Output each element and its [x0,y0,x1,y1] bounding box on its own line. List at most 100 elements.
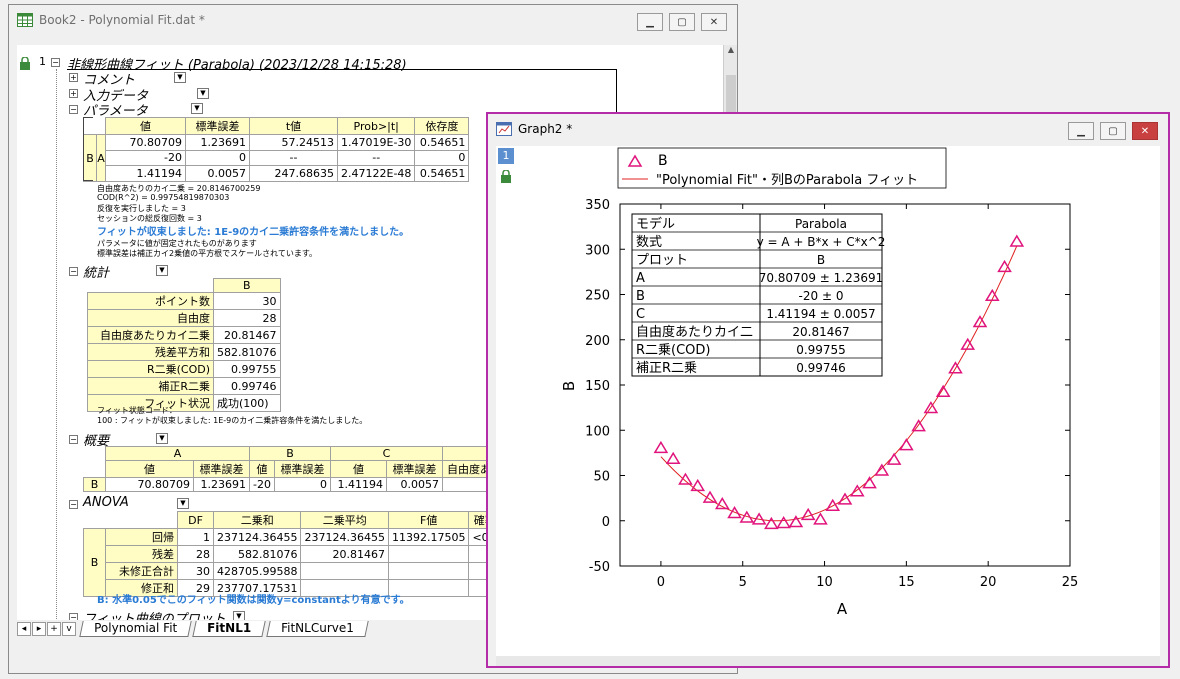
x-tick-label: 10 [816,575,833,590]
table-cell: 247.68635 [249,165,338,182]
collapse-params-toggle[interactable]: − [69,105,78,114]
table-cell: 30 [177,562,214,580]
tab-fitnlcurve1[interactable]: FitNLCurve1 [266,621,369,637]
results-table-value: 0.99746 [796,361,846,375]
book-titlebar[interactable]: Book2 - Polynomial Fit.dat * [9,5,737,35]
summary-dropdown[interactable]: ▼ [156,433,168,444]
minimize-button[interactable]: ▁ [637,13,663,31]
graph-page[interactable]: 1 B "Polynomial Fit"・列BのParabola フィット 05… [496,146,1160,656]
lock-icon[interactable] [19,57,31,70]
x-tick-label: 20 [980,575,997,590]
table-cell: 1.23691 [193,477,250,492]
table-cell [387,545,470,563]
book-title: Book2 - Polynomial Fit.dat * [39,13,205,27]
table-cell: 0.99755 [213,360,281,378]
col-header: 二乗平均 [300,511,389,529]
table-cell: 20.81467 [300,545,389,563]
table-cell: 0 [414,149,470,167]
table-cell: 0.0057 [385,477,443,492]
scroll-up-icon[interactable]: ▲ [724,45,738,59]
graph-title: Graph2 * [518,122,573,136]
data-point[interactable] [1009,234,1025,247]
data-point[interactable] [972,315,988,328]
graph-titlebar[interactable]: Graph2 * [488,114,1168,144]
results-table-label: 補正R二乗 [636,361,697,376]
tab-polynomial-fit[interactable]: Polynomial Fit [79,621,192,637]
maximize-button[interactable]: ▢ [1100,122,1126,140]
col-group-header: A [105,446,250,461]
comment-dropdown[interactable]: ▼ [174,72,186,83]
collapse-summary-toggle[interactable]: − [69,435,78,444]
data-point[interactable] [776,516,791,529]
collapse-report-toggle[interactable]: − [51,58,60,67]
col-header: B [213,278,281,293]
tree-line [56,69,57,619]
note-line: 標準誤差は補正カイ2乗値の平方根でスケールされています。 [97,249,318,258]
table-cell: 1.41194 [329,477,387,492]
graph-window[interactable]: Graph2 * ▁ ▢ ✕ 1 B "Polynomial Fit"・列BのP… [486,112,1170,668]
tab-fitnl1[interactable]: FitNL1 [192,621,266,637]
stats-dropdown[interactable]: ▼ [156,265,168,276]
row-group-label: B [83,528,106,597]
input-dropdown[interactable]: ▼ [197,88,209,99]
horizontal-scrollbar[interactable] [496,656,1160,666]
x-axis-label[interactable]: A [837,600,848,618]
note-line: COD(R^2) = 0.99754819870303 [97,193,230,202]
section-anova: ANOVA [83,495,129,510]
col-header: 標準誤差 [185,117,250,135]
data-point[interactable] [665,451,681,464]
legend-line-label: "Polynomial Fit"・列BのParabola フィット [656,173,918,188]
maximize-button[interactable]: ▢ [669,13,695,31]
data-point[interactable] [739,510,755,523]
data-point[interactable] [874,463,890,476]
results-table-label: B [636,289,645,304]
col-header: 値 [105,460,194,478]
legend[interactable]: B "Polynomial Fit"・列BのParabola フィット [617,147,947,189]
data-point[interactable] [849,484,865,497]
collapse-anova-toggle[interactable]: − [69,500,78,509]
col-header: 依存度 [414,117,470,135]
data-point[interactable] [678,472,693,485]
row-label: R二乗(COD) [87,360,214,378]
y-tick-label: 300 [585,243,610,258]
params-dropdown[interactable]: ▼ [191,103,203,114]
col-header: DF [177,511,214,529]
y-tick-label: 350 [585,198,610,213]
add-sheet-button[interactable]: + [47,622,61,636]
table-cell: 28 [213,309,281,327]
next-sheet-button[interactable]: ▸ [32,622,46,636]
x-tick-label: 25 [1062,575,1079,590]
fitplot-dropdown[interactable]: ▼ [233,611,245,620]
chart[interactable]: B "Polynomial Fit"・列BのParabola フィット 0 5 10… [496,146,1160,656]
table-cell: -20 [105,149,186,167]
collapse-fitplot-toggle[interactable]: − [69,613,78,620]
y-tick-label: 100 [585,424,610,439]
y-axis-label[interactable]: B [560,381,578,391]
col-header: 標準誤差 [385,460,443,478]
close-button[interactable]: ✕ [1132,122,1158,140]
data-point[interactable] [653,440,669,454]
expand-comment-toggle[interactable]: + [69,73,78,82]
prev-sheet-button[interactable]: ◂ [17,622,31,636]
table-cell: 57.24513 [249,134,338,151]
legend-scatter-label: B [658,153,668,169]
row-label: 自由度あたりカイ二乗 [87,326,214,344]
table-cell: 1.41194 [105,165,186,182]
expand-input-toggle[interactable]: + [69,89,78,98]
col-header: 二乗和 [212,511,302,529]
results-table-value: y = A + B*x + C*x^2 [757,235,886,249]
x-tick-label: 5 [739,575,747,590]
table-cell: 成功(100) [213,394,281,412]
anova-dropdown[interactable]: ▼ [177,498,189,509]
collapse-stats-toggle[interactable]: − [69,267,78,276]
close-button[interactable]: ✕ [701,13,727,31]
results-table-label: モデル [636,216,675,232]
sheet-list-button[interactable]: v [62,622,76,636]
data-point[interactable] [813,512,828,525]
table-cell: 0.54651 [414,165,470,182]
minimize-button[interactable]: ▁ [1068,122,1094,140]
fit-status-description: 100 : フィットが収束しました: 1E-9のカイ二乗許容条件を満たしました。 [97,416,368,425]
row-label: 未修正合計 [105,562,178,580]
fit-results-table[interactable]: モデル Parabola数式 y = A + B*x + C*x^2プロット BA 70… [631,213,886,377]
data-point[interactable] [690,478,706,492]
